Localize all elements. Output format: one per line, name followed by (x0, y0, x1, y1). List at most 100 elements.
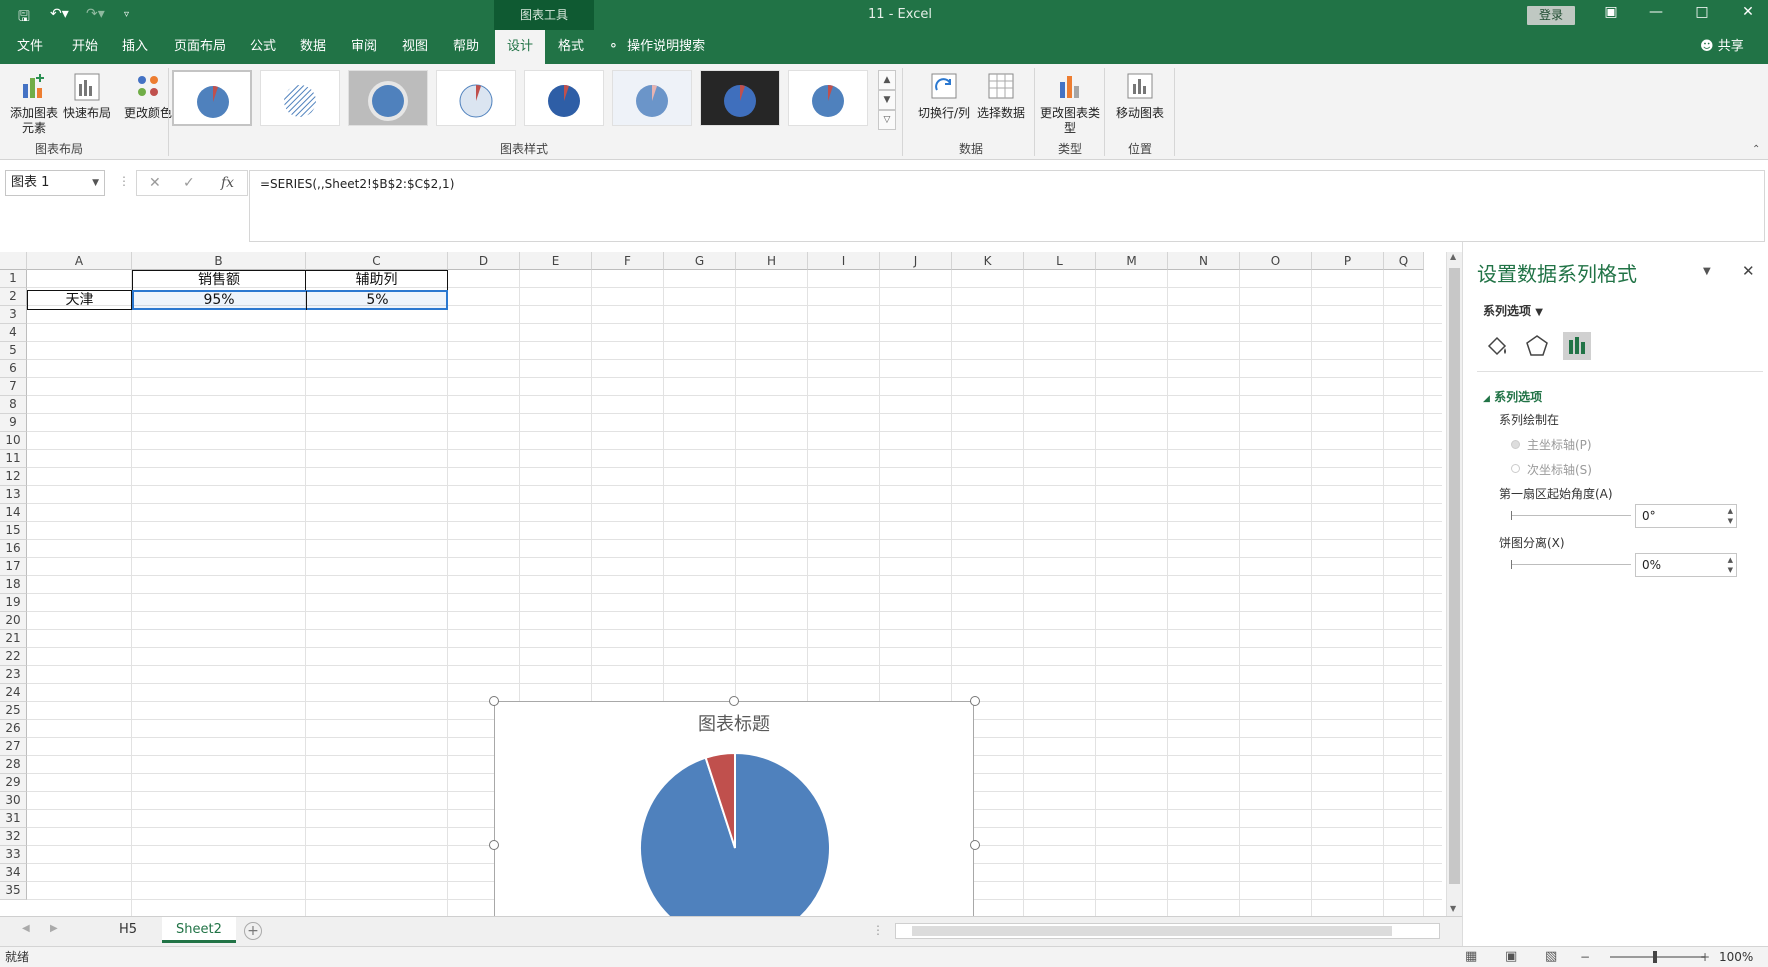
row-header-8[interactable]: 8 (0, 396, 27, 414)
row-header-12[interactable]: 12 (0, 468, 27, 486)
select-data-button[interactable]: 选择数据 (974, 68, 1028, 121)
chart-style-7[interactable] (700, 70, 780, 126)
row-header-32[interactable]: 32 (0, 828, 27, 846)
column-header-P[interactable]: P (1312, 252, 1384, 270)
tab-home[interactable]: 开始 (68, 30, 102, 64)
row-header-15[interactable]: 15 (0, 522, 27, 540)
resize-handle[interactable] (970, 696, 980, 706)
row-header-31[interactable]: 31 (0, 810, 27, 828)
series-options-dropdown[interactable]: 系列选项 ▼ (1483, 302, 1543, 319)
chart-style-4[interactable] (436, 70, 516, 126)
tab-page-layout[interactable]: 页面布局 (170, 30, 230, 64)
cell-A2[interactable]: 天津 (27, 290, 132, 310)
pie-explosion-slider[interactable] (1511, 560, 1631, 569)
redo-icon[interactable]: ↷▾ (86, 6, 105, 22)
row-header-6[interactable]: 6 (0, 360, 27, 378)
row-header-11[interactable]: 11 (0, 450, 27, 468)
row-header-19[interactable]: 19 (0, 594, 27, 612)
row-header-29[interactable]: 29 (0, 774, 27, 792)
tab-format[interactable]: 格式 (554, 30, 588, 64)
pie-plot-area[interactable] (495, 702, 975, 916)
tab-review[interactable]: 审阅 (347, 30, 381, 64)
pie-explosion-input[interactable]: 0% ▲ ▼ (1635, 553, 1737, 577)
secondary-axis-radio[interactable] (1511, 464, 1520, 473)
row-header-20[interactable]: 20 (0, 612, 27, 630)
row-header-4[interactable]: 4 (0, 324, 27, 342)
add-chart-element-button[interactable]: 添加图表元素 (6, 68, 62, 136)
page-break-view-icon[interactable]: ▧ (1545, 947, 1557, 967)
undo-icon[interactable]: ↶▾ (50, 6, 69, 22)
row-header-35[interactable]: 35 (0, 882, 27, 900)
row-header-1[interactable]: 1 (0, 270, 27, 288)
formula-input[interactable]: =SERIES(,,Sheet2!$B$2:$C$2,1) (249, 170, 1765, 242)
share-button[interactable]: ☻ 共享 (1700, 30, 1744, 64)
move-chart-button[interactable]: 移动图表 (1110, 68, 1170, 121)
tab-view[interactable]: 视图 (398, 30, 432, 64)
cell-C2[interactable]: 5% (306, 291, 448, 310)
sheet-tab-sheet2[interactable]: Sheet2 (162, 917, 236, 943)
save-icon[interactable]: 🖫 (18, 6, 30, 30)
column-header-D[interactable]: D (448, 252, 520, 270)
row-header-26[interactable]: 26 (0, 720, 27, 738)
zoom-slider[interactable] (1610, 951, 1705, 963)
zoom-slider-knob[interactable] (1653, 951, 1657, 963)
first-slice-angle-slider[interactable] (1511, 511, 1631, 520)
switch-row-column-button[interactable]: 切换行/列 (914, 68, 974, 121)
gallery-more-icon[interactable]: ▽ (878, 110, 896, 130)
prev-sheet-icon[interactable]: ◀ (22, 923, 30, 934)
row-header-3[interactable]: 3 (0, 306, 27, 324)
row-header-28[interactable]: 28 (0, 756, 27, 774)
name-box[interactable]: 图表 1 ▼ (5, 170, 105, 196)
row-header-21[interactable]: 21 (0, 630, 27, 648)
zoom-in-icon[interactable]: + (1700, 947, 1710, 967)
vertical-scroll-thumb[interactable] (1449, 268, 1460, 884)
normal-view-icon[interactable]: ▦ (1465, 947, 1477, 967)
first-slice-angle-input[interactable]: 0° ▲ ▼ (1635, 504, 1737, 528)
row-header-13[interactable]: 13 (0, 486, 27, 504)
insert-function-icon[interactable]: fx (221, 171, 234, 195)
resize-handle[interactable] (489, 840, 499, 850)
collapse-ribbon-icon[interactable]: ⌃ (1752, 144, 1760, 155)
tell-me-search[interactable]: ⚬ 操作说明搜索 (608, 30, 705, 64)
gallery-up-icon[interactable]: ▲ (878, 70, 896, 90)
row-header-30[interactable]: 30 (0, 792, 27, 810)
effects-pentagon-icon[interactable] (1523, 332, 1551, 360)
fill-line-icon[interactable] (1483, 332, 1511, 360)
row-header-22[interactable]: 22 (0, 648, 27, 666)
minimize-icon[interactable]: — (1641, 4, 1671, 20)
select-all-corner[interactable] (0, 252, 27, 270)
change-colors-button[interactable]: 更改颜色 (124, 68, 172, 121)
cell-B1[interactable]: 销售额 (132, 270, 306, 290)
vertical-scrollbar[interactable]: ▲ ▼ (1446, 252, 1462, 916)
row-header-24[interactable]: 24 (0, 684, 27, 702)
column-header-M[interactable]: M (1096, 252, 1168, 270)
login-button[interactable]: 登录 (1527, 6, 1575, 25)
row-header-25[interactable]: 25 (0, 702, 27, 720)
pane-options-chevron-icon[interactable]: ▼ (1703, 266, 1711, 277)
page-layout-view-icon[interactable]: ▣ (1505, 947, 1517, 967)
chart-style-5[interactable] (524, 70, 604, 126)
column-header-Q[interactable]: Q (1384, 252, 1424, 270)
row-header-23[interactable]: 23 (0, 666, 27, 684)
add-sheet-icon[interactable]: + (244, 922, 262, 940)
column-header-C[interactable]: C (306, 252, 448, 270)
chart-style-1[interactable] (172, 70, 252, 126)
sheet-tab-h5[interactable]: H5 (105, 917, 151, 943)
row-header-27[interactable]: 27 (0, 738, 27, 756)
ribbon-display-options-icon[interactable]: ▣ (1596, 4, 1626, 20)
row-header-16[interactable]: 16 (0, 540, 27, 558)
chevron-down-icon[interactable]: ▼ (92, 171, 99, 195)
maximize-icon[interactable]: □ (1687, 4, 1717, 20)
row-header-33[interactable]: 33 (0, 846, 27, 864)
tab-insert[interactable]: 插入 (118, 30, 152, 64)
cell-C1[interactable]: 辅助列 (306, 270, 448, 290)
series-options-section-header[interactable]: ◢ 系列选项 (1483, 388, 1542, 405)
resize-handle[interactable] (489, 696, 499, 706)
row-header-9[interactable]: 9 (0, 414, 27, 432)
chart-style-8[interactable] (788, 70, 868, 126)
row-header-18[interactable]: 18 (0, 576, 27, 594)
row-header-2[interactable]: 2 (0, 288, 27, 306)
zoom-level[interactable]: 100% (1719, 947, 1753, 967)
gallery-down-icon[interactable]: ▼ (878, 90, 896, 110)
column-header-F[interactable]: F (592, 252, 664, 270)
